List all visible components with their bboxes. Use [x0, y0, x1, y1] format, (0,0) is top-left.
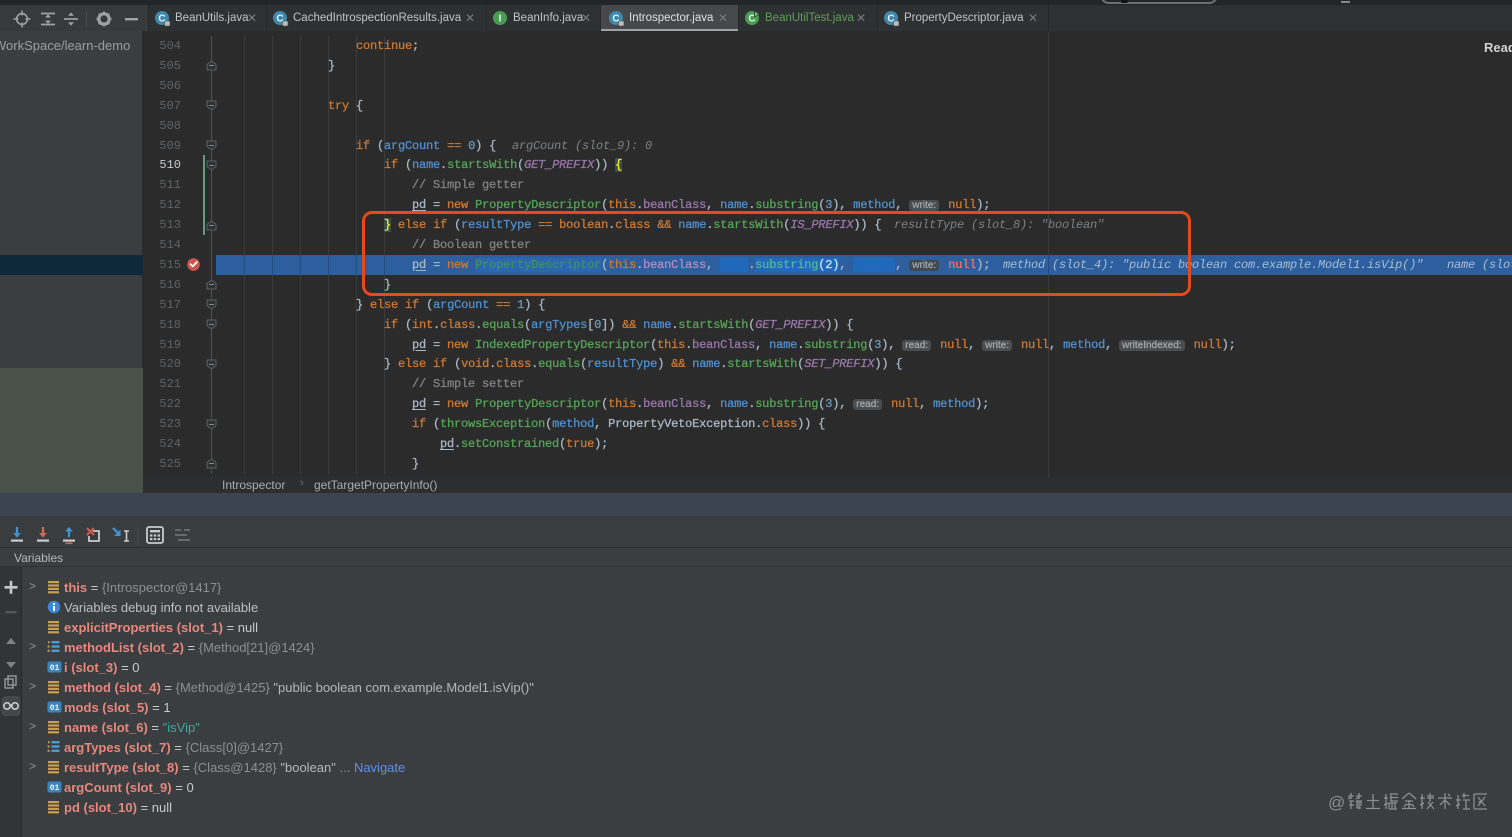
- svg-text:@: @: [1328, 793, 1345, 812]
- svg-text:01: 01: [50, 663, 60, 672]
- svg-text:01: 01: [50, 703, 60, 712]
- svg-text:01: 01: [50, 783, 60, 792]
- svg-text:I: I: [499, 14, 502, 25]
